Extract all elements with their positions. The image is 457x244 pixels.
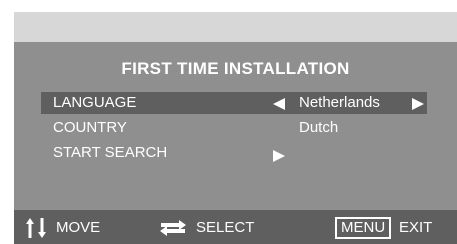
menu-row-label: START SEARCH: [53, 144, 168, 161]
footer-help-bar: MOVE SELECT MENU EXIT: [14, 210, 457, 244]
language-value: Netherlands: [299, 94, 380, 111]
top-status-bar: [14, 12, 457, 42]
installation-panel: FIRST TIME INSTALLATION LANGUAGE Netherl…: [14, 42, 457, 210]
swap-arrows-icon: [160, 220, 186, 236]
menu-row-label: LANGUAGE: [53, 94, 137, 111]
menu-key[interactable]: MENU: [335, 217, 392, 239]
menu-row-language[interactable]: LANGUAGE Netherlands: [41, 92, 427, 114]
select-label: SELECT: [196, 219, 255, 236]
right-arrow-icon[interactable]: [412, 98, 424, 110]
left-arrow-icon[interactable]: [273, 98, 285, 110]
menu-row-country[interactable]: COUNTRY Dutch: [41, 117, 427, 139]
country-value: Dutch: [299, 119, 339, 136]
menu-row-start-search[interactable]: START SEARCH: [41, 142, 427, 164]
exit-label: EXIT: [399, 219, 433, 236]
right-arrow-icon[interactable]: [273, 150, 285, 162]
menu-title: FIRST TIME INSTALLATION: [121, 59, 350, 78]
up-down-arrows-icon: [26, 218, 46, 238]
move-label: MOVE: [56, 219, 101, 236]
tv-screen: FIRST TIME INSTALLATION LANGUAGE Netherl…: [0, 0, 457, 244]
menu-row-label: COUNTRY: [53, 119, 127, 136]
